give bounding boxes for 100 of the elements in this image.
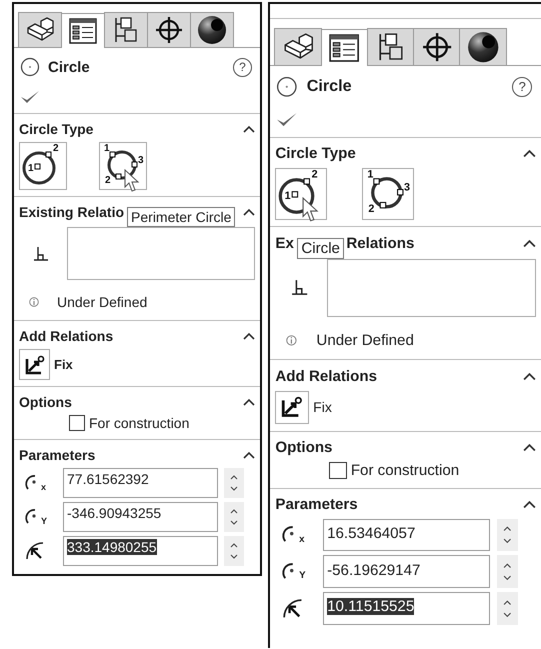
axis-label: x <box>299 534 305 545</box>
panel-tab[interactable] <box>61 13 105 48</box>
point-label: 2 <box>312 168 318 180</box>
panel-tab[interactable] <box>366 28 414 66</box>
list-icon <box>69 18 97 44</box>
point-label: 3 <box>138 155 144 166</box>
checkbox[interactable] <box>69 415 85 431</box>
cursor-icon <box>302 196 320 223</box>
section-title: Parameters <box>19 447 96 463</box>
crosshair-icon <box>155 16 183 44</box>
list-icon <box>329 34 360 62</box>
collapse-icon[interactable] <box>522 443 536 452</box>
panel-tab[interactable] <box>18 12 62 47</box>
axis-label: Y <box>299 570 306 582</box>
axis-label: x <box>41 482 46 492</box>
relation-icon <box>33 246 49 262</box>
section-title: Parameters <box>275 496 358 514</box>
circle-icon <box>276 76 298 98</box>
collapse-icon[interactable] <box>243 125 255 133</box>
input-field[interactable]: -346.90943255 <box>63 502 218 532</box>
circle-type-button[interactable]: 1 2 3 <box>99 142 147 190</box>
section-title: Circle Type <box>19 121 94 137</box>
tooltip: Perimeter Circle <box>127 207 236 227</box>
tooltip: Circle <box>297 238 344 260</box>
collapse-icon[interactable] <box>243 451 255 459</box>
section-title: Add Relations <box>19 328 114 344</box>
checkbox-label: For construction <box>89 415 190 431</box>
spinner[interactable] <box>224 468 244 498</box>
point-label: 3 <box>404 181 410 194</box>
input-field[interactable]: 10.11515525 <box>322 592 490 625</box>
input-field[interactable]: -56.19629147 <box>322 555 490 588</box>
section-title: Options <box>275 439 332 456</box>
circle-type-button[interactable]: 1 2 <box>19 142 67 190</box>
status-text: Under Defined <box>316 332 414 349</box>
sphere-icon <box>197 15 227 45</box>
relation-icon <box>290 279 308 297</box>
anchor-icon <box>280 395 304 420</box>
collapse-icon[interactable] <box>522 238 536 248</box>
spinner[interactable] <box>224 502 244 532</box>
input-field[interactable]: 77.61562392 <box>63 468 218 498</box>
checkmark-icon[interactable] <box>20 89 40 105</box>
cursor-icon <box>124 169 140 193</box>
section-title: Existing Relatio <box>19 204 124 220</box>
collapse-icon[interactable] <box>522 149 536 158</box>
panel-title: Circle <box>48 58 90 76</box>
point-label: 2 <box>105 175 111 186</box>
point-label: 1 <box>285 190 292 202</box>
checkbox-label: For construction <box>350 462 460 479</box>
circle-drawing <box>22 152 56 184</box>
panel-tab[interactable] <box>459 28 507 66</box>
input-field[interactable]: 16.53464057 <box>322 518 490 552</box>
section-title: Relations <box>346 234 414 252</box>
input-field[interactable]: 333.14980255 <box>63 536 218 566</box>
collapse-icon[interactable] <box>243 208 255 216</box>
section-title: Options <box>19 394 72 410</box>
panel-tab[interactable] <box>274 28 322 66</box>
axis-label: Y <box>41 516 48 526</box>
info-icon <box>29 297 39 307</box>
radius-icon <box>25 541 45 561</box>
section-title: Add Relations <box>275 368 377 386</box>
anchor-icon <box>24 354 46 376</box>
point-label: 1 <box>28 163 34 174</box>
spinner[interactable] <box>496 555 518 588</box>
spinner[interactable] <box>496 592 518 625</box>
checkbox[interactable] <box>329 462 346 479</box>
panel-title: Circle <box>306 77 352 96</box>
fix-button[interactable] <box>275 390 309 424</box>
tree-icon <box>376 32 405 62</box>
sphere-icon <box>466 30 500 64</box>
circle-drawing <box>279 178 315 214</box>
panel-tab[interactable] <box>413 28 461 66</box>
collapse-icon[interactable] <box>243 398 255 406</box>
panel-tab[interactable] <box>147 12 191 47</box>
info-icon <box>286 334 297 346</box>
section-title: Circle Type <box>275 145 356 162</box>
point-label: 1 <box>104 143 110 154</box>
tree-icon <box>113 16 139 44</box>
help-button[interactable]: ? <box>512 76 532 98</box>
collapse-icon[interactable] <box>522 372 536 381</box>
crosshair-icon <box>422 32 452 62</box>
spinner[interactable] <box>224 536 244 566</box>
help-button[interactable]: ? <box>233 58 252 76</box>
point-label: 2 <box>368 203 374 216</box>
fix-label: Fix <box>313 399 332 416</box>
checkmark-icon[interactable] <box>276 110 298 128</box>
panel-tab[interactable] <box>104 12 148 47</box>
point-label: 1 <box>367 168 374 180</box>
circle-type-button[interactable]: 1 2 3 <box>362 168 414 220</box>
fix-button[interactable] <box>19 349 50 380</box>
collapse-icon[interactable] <box>522 500 536 509</box>
fix-label: Fix <box>54 357 73 372</box>
collapse-icon[interactable] <box>243 332 255 340</box>
status-text: Under Defined <box>57 294 148 310</box>
panel-tab[interactable] <box>320 28 368 66</box>
point-label: 2 <box>53 143 59 154</box>
spinner[interactable] <box>496 518 518 552</box>
radius-icon <box>282 598 304 620</box>
panel-tab[interactable] <box>190 12 234 47</box>
circle-icon <box>20 57 40 77</box>
circle-type-button[interactable]: 1 2 <box>275 168 328 220</box>
